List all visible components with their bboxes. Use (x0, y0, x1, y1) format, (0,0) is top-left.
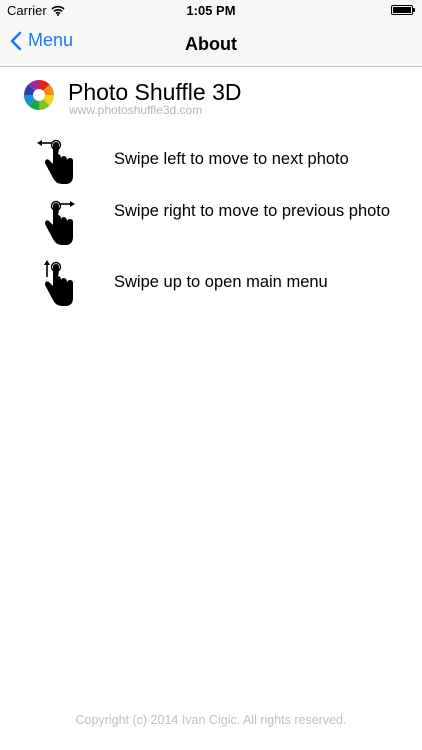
gesture-list: Swipe left to move to next photo Swipe r… (36, 134, 406, 317)
swipe-up-icon (44, 260, 73, 306)
status-time: 1:05 PM (186, 3, 236, 18)
swipe-left-icon (37, 139, 73, 184)
battery-icon (391, 5, 415, 15)
page-title: About (185, 34, 237, 54)
app-header: Photo Shuffle 3D www.photoshuffle3d.com (22, 76, 402, 118)
app-url: www.photoshuffle3d.com (69, 103, 203, 117)
gesture-text: Swipe up to open main menu (114, 273, 328, 291)
color-wheel-logo (24, 80, 54, 110)
gesture-text: Swipe left to move to next photo (114, 150, 349, 168)
copyright-footer: Copyright (c) 2014 Ivan Cigic. All right… (75, 713, 347, 727)
list-item: Swipe left to move to next photo (36, 134, 406, 194)
navigation-bar: Menu About (0, 22, 422, 67)
status-bar: Carrier 1:05 PM (0, 0, 422, 22)
list-item: Swipe up to open main menu (36, 256, 406, 316)
swipe-right-icon (45, 200, 75, 245)
list-item: Swipe right to move to previous photo (36, 195, 406, 255)
app-name: Photo Shuffle 3D (68, 79, 242, 105)
gesture-text: Swipe right to move to previous photo (114, 202, 391, 220)
